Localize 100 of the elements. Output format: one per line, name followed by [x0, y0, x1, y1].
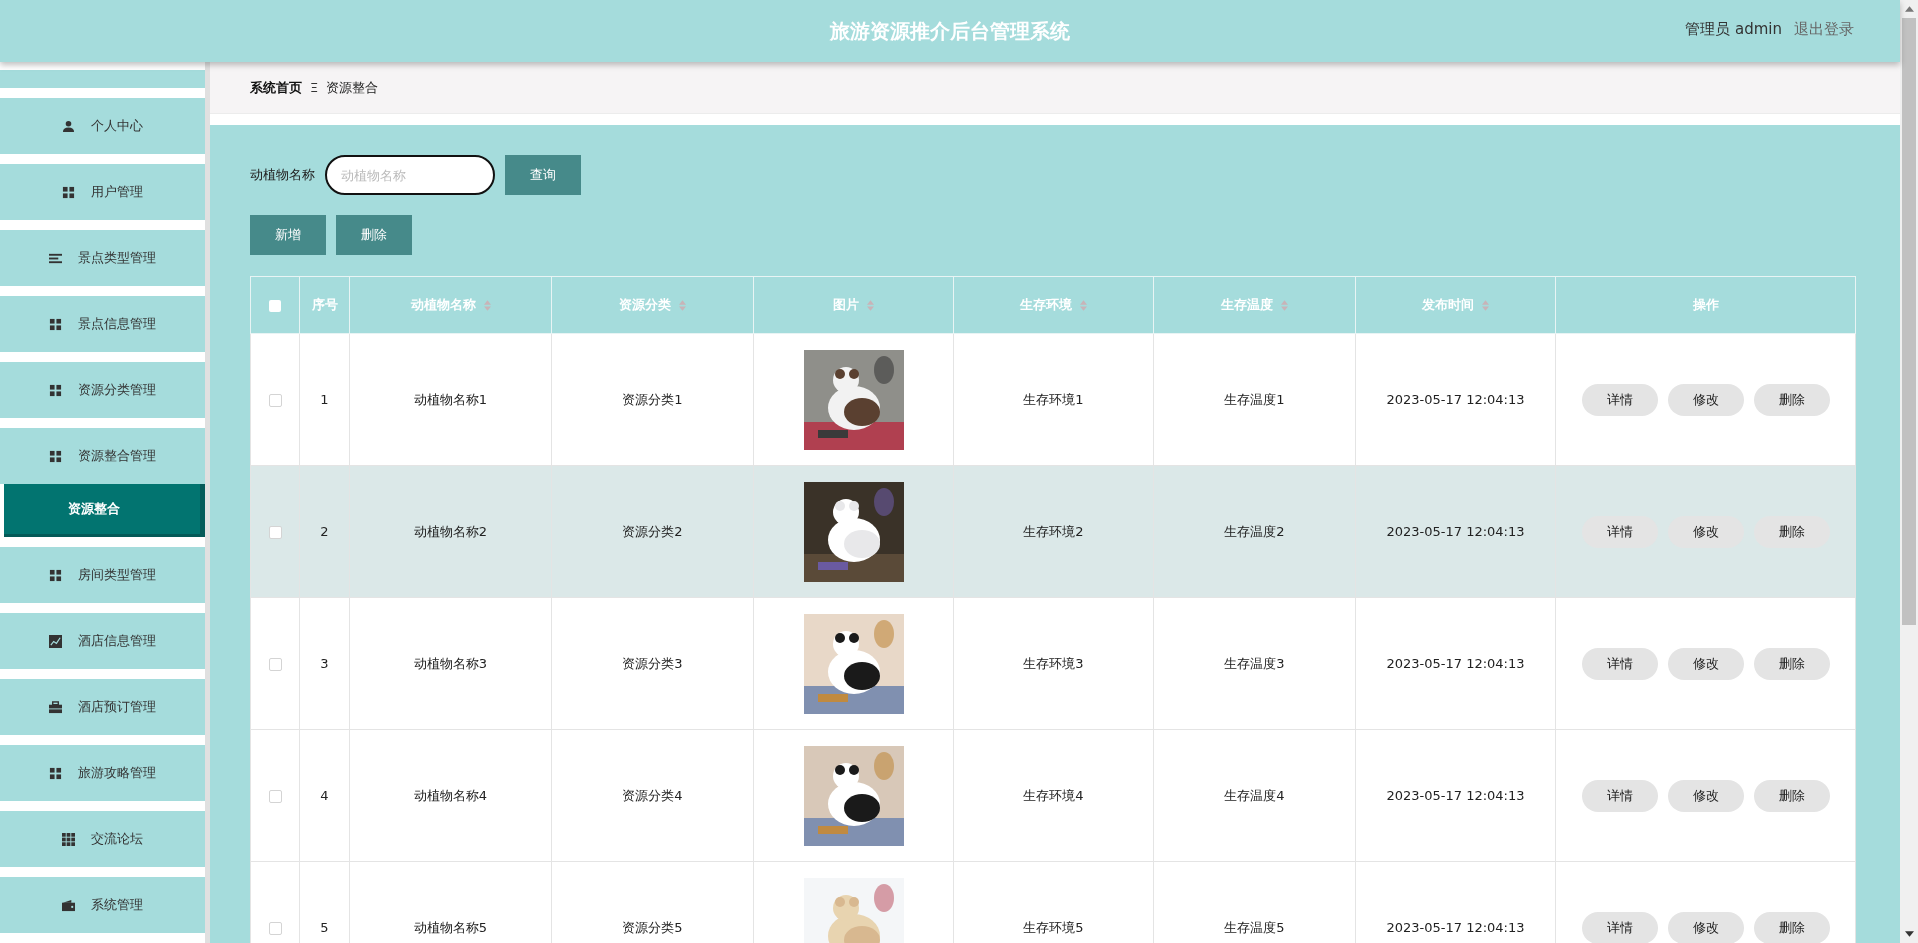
- row-action-button[interactable]: 详情: [1581, 383, 1658, 416]
- table-cell: 5: [320, 920, 329, 935]
- row-action-button[interactable]: 修改: [1667, 383, 1744, 416]
- menu-item[interactable]: 资源分类管理: [0, 362, 205, 418]
- action-button[interactable]: 删除: [336, 215, 412, 255]
- column-header: 序号: [311, 296, 338, 314]
- select-all-checkbox[interactable]: [269, 300, 281, 312]
- grid-icon: [49, 449, 62, 463]
- menu-item[interactable]: 景点类型管理: [0, 230, 205, 286]
- scrollbar-thumb[interactable]: [1902, 18, 1916, 625]
- table-cell: 生存温度1: [1224, 391, 1285, 407]
- table-cell: 动植物名称3: [413, 655, 488, 671]
- table-cell: 2: [320, 524, 329, 539]
- row-checkbox[interactable]: [268, 658, 282, 671]
- table-cell: 生存温度4: [1224, 787, 1285, 803]
- row-action-button[interactable]: 详情: [1581, 515, 1658, 548]
- column-header: 生存温度: [1221, 296, 1273, 314]
- search-label: 动植物名称: [250, 166, 315, 184]
- table-cell: 2023-05-17 12:04:13: [1386, 392, 1525, 407]
- query-button[interactable]: 查询: [505, 155, 581, 195]
- grid-icon: [49, 383, 62, 397]
- scrollbar[interactable]: [1900, 0, 1918, 943]
- list-icon: [49, 251, 62, 265]
- row-action-button[interactable]: 修改: [1667, 779, 1744, 812]
- table-cell: 动植物名称2: [413, 523, 488, 539]
- table-cell: 动植物名称1: [413, 391, 488, 407]
- table-row[interactable]: 4 动植物名称4 资源分类4 生存环境4 生存温度4 2023-05-17 12:04:13 详情 修改 删除: [250, 729, 1856, 862]
- menu-item[interactable]: 房间类型管理: [0, 547, 205, 603]
- menu-item[interactable]: 旅游攻略管理: [0, 745, 205, 801]
- wallet-icon: [62, 898, 75, 912]
- row-checkbox[interactable]: [268, 790, 282, 803]
- row-action-button[interactable]: 修改: [1667, 647, 1744, 680]
- scroll-down-icon[interactable]: [1904, 931, 1914, 937]
- row-action-button[interactable]: 详情: [1581, 647, 1658, 680]
- table-cell: 3: [320, 656, 329, 671]
- row-action-button[interactable]: 修改: [1667, 515, 1744, 548]
- breadcrumb-link[interactable]: 系统首页: [250, 78, 302, 97]
- row-action-button[interactable]: 修改: [1667, 911, 1744, 943]
- table-cell: 动植物名称4: [413, 787, 488, 803]
- row-action-button[interactable]: 详情: [1581, 911, 1658, 943]
- grid-icon: [62, 185, 75, 199]
- row-action-button[interactable]: 删除: [1753, 911, 1830, 943]
- table-cell: 生存环境3: [1023, 655, 1084, 671]
- sort-icon[interactable]: [1080, 299, 1087, 311]
- table-cell: 生存环境1: [1023, 391, 1084, 407]
- sort-icon[interactable]: [1281, 299, 1288, 311]
- column-header: 图片: [833, 296, 859, 314]
- grid-icon: [49, 568, 62, 582]
- table-cell: 生存温度5: [1224, 919, 1285, 935]
- table-cell: 生存温度3: [1224, 655, 1285, 671]
- row-action-button[interactable]: 删除: [1753, 515, 1830, 548]
- table-row[interactable]: 5 动植物名称5 资源分类5 生存环境5 生存温度5 2023-05-17 12:04:13 详情 修改 删除: [250, 861, 1856, 943]
- row-checkbox[interactable]: [268, 922, 282, 935]
- menu-item[interactable]: 用户管理: [0, 164, 205, 220]
- sort-icon[interactable]: [1482, 299, 1489, 311]
- breadcrumb-current: 资源整合: [326, 78, 379, 97]
- row-action-button[interactable]: 详情: [1581, 779, 1658, 812]
- scroll-up-icon[interactable]: [1904, 6, 1914, 12]
- logout-link[interactable]: 退出登录: [1794, 20, 1854, 39]
- table-cell: 2023-05-17 12:04:13: [1386, 656, 1525, 671]
- row-action-button[interactable]: 删除: [1753, 647, 1830, 680]
- sort-icon[interactable]: [483, 299, 491, 311]
- row-action-button[interactable]: 删除: [1753, 383, 1830, 416]
- breadcrumb-separator: Ξ: [310, 80, 319, 95]
- app-title: 旅游资源推介后台管理系统: [830, 17, 1070, 45]
- briefcase-icon: [49, 700, 62, 714]
- table-cell: 生存环境4: [1023, 787, 1084, 803]
- menu-item[interactable]: 酒店预订管理: [0, 679, 205, 735]
- table-cell: 资源分类3: [622, 655, 683, 671]
- menu-item[interactable]: 系统管理: [0, 877, 205, 933]
- submenu-item[interactable]: 资源整合: [4, 484, 205, 537]
- menu-item[interactable]: 资源整合管理: [0, 428, 205, 484]
- menu-item[interactable]: 景点信息管理: [0, 296, 205, 352]
- menu-item[interactable]: 个人中心: [0, 98, 205, 154]
- row-checkbox[interactable]: [268, 394, 282, 407]
- table-cell: 资源分类5: [622, 919, 683, 935]
- table-cell: 1: [320, 392, 329, 407]
- grid-icon: [49, 766, 62, 780]
- table-cell: 资源分类2: [622, 523, 683, 539]
- sort-icon[interactable]: [679, 299, 686, 311]
- column-header: 资源分类: [619, 296, 671, 314]
- table-cell: 4: [320, 788, 329, 803]
- user-label: 管理员 admin: [1685, 20, 1782, 39]
- person-icon: [62, 119, 75, 133]
- grid-icon: [62, 832, 75, 846]
- search-field[interactable]: 动植物名称: [325, 155, 495, 195]
- table-row[interactable]: 2 动植物名称2 资源分类2 生存环境2 生存温度2 2023-05-17 12:04:13 详情 修改 删除: [250, 465, 1856, 598]
- sort-icon[interactable]: [867, 299, 874, 311]
- table-row[interactable]: 3 动植物名称3 资源分类3 生存环境3 生存温度3 2023-05-17 12:04:13 详情 修改 删除: [250, 597, 1856, 730]
- table-cell: 生存环境2: [1023, 523, 1084, 539]
- row-checkbox[interactable]: [268, 526, 282, 539]
- menu-item[interactable]: 交流论坛: [0, 811, 205, 867]
- row-action-button[interactable]: 删除: [1753, 779, 1830, 812]
- column-header: 发布时间: [1422, 296, 1474, 314]
- action-button[interactable]: 新增: [250, 215, 326, 255]
- chart-icon: [49, 634, 62, 648]
- menu-item[interactable]: 酒店信息管理: [0, 613, 205, 669]
- table-row[interactable]: 1 动植物名称1 资源分类1 生存环境1 生存温度1 2023-05-17 12:04:13 详情 修改 删除: [250, 333, 1856, 466]
- column-header: 生存环境: [1020, 296, 1072, 314]
- grid-icon: [49, 317, 62, 331]
